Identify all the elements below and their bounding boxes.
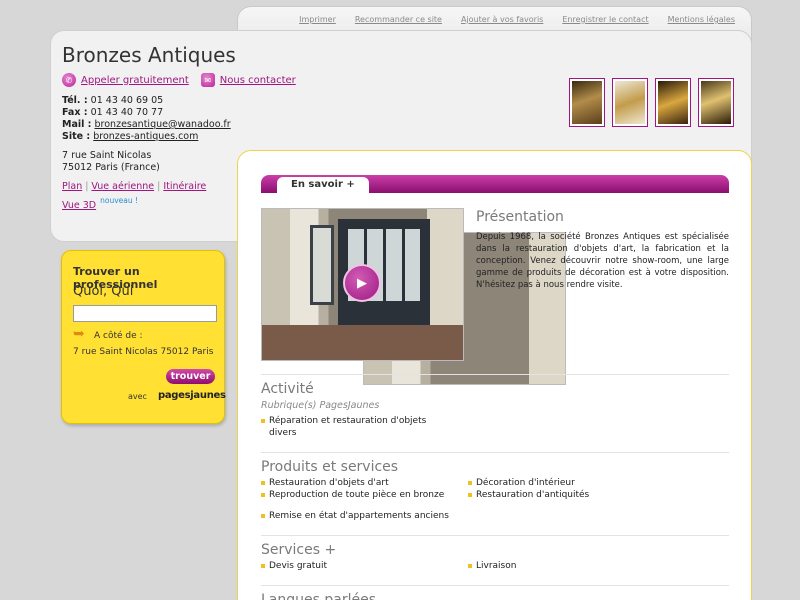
list-item: Restauration d'antiquités xyxy=(468,489,589,501)
call-free-link[interactable]: Appeler gratuitement xyxy=(81,75,189,86)
activity-section: Activité Rubrique(s) PagesJaunes Réparat… xyxy=(261,374,729,439)
what-label: Quoi, Qui xyxy=(73,284,134,299)
contact-us-link[interactable]: Nous contacter xyxy=(220,75,296,86)
languages-title: Langues parlées xyxy=(261,592,377,600)
favorites-link[interactable]: Ajouter à vos favoris xyxy=(461,15,543,24)
avec-label: avec xyxy=(128,392,147,401)
phone-number: 01 43 40 69 05 xyxy=(90,95,164,106)
fax-number: 01 43 40 70 77 xyxy=(90,107,164,118)
thumbnail-3[interactable] xyxy=(655,78,691,127)
search-widget: Trouver un professionnel Quoi, Qui ➥ A c… xyxy=(61,250,226,424)
languages-section: Langues parlées xyxy=(261,585,729,600)
tab-bar: En savoir + Vidéos xyxy=(261,175,729,385)
map-links: Plan | Vue aérienne | Itinéraire xyxy=(62,181,207,192)
itinerary-link[interactable]: Itinéraire xyxy=(163,181,206,192)
list-item: Réparation et restauration d'objets dive… xyxy=(261,415,431,439)
products-section: Produits et services Restauration d'obje… xyxy=(261,452,729,533)
email-link[interactable]: bronzesantique@wanadoo.fr xyxy=(95,119,231,130)
pagesjaunes-logo: pagesjaunes xyxy=(158,390,226,401)
thumbnail-4[interactable] xyxy=(698,78,734,127)
list-item: Livraison xyxy=(468,560,516,572)
legal-link[interactable]: Mentions légales xyxy=(668,15,735,24)
video-player[interactable]: ▶ xyxy=(261,208,464,361)
plan-link[interactable]: Plan xyxy=(62,181,82,192)
mail-icon: ✉ xyxy=(200,73,215,87)
main-content: En savoir + Vidéos ▶ Présentation Depuis… xyxy=(237,150,752,600)
vue-3d-link[interactable]: Vue 3D xyxy=(62,200,96,211)
print-link[interactable]: Imprimer xyxy=(299,15,336,24)
address: 7 rue Saint Nicolas 75012 Paris (France) xyxy=(62,150,160,173)
recommend-link[interactable]: Recommander ce site xyxy=(355,15,442,24)
thumbnail-1[interactable] xyxy=(569,78,605,127)
phone-icon: ✆ xyxy=(62,73,76,87)
services-section: Services + Devis gratuit Livraison xyxy=(261,535,729,576)
new-badge: nouveau ! xyxy=(100,196,138,205)
presentation-title: Présentation xyxy=(476,209,564,225)
find-button[interactable]: trouver xyxy=(166,369,215,384)
list-item: Décoration d'intérieur xyxy=(468,477,575,489)
list-item: Reproduction de toute pièce en bronze xyxy=(261,489,444,501)
list-item: Devis gratuit xyxy=(261,560,327,572)
services-title: Services + xyxy=(261,542,337,558)
near-label: A côté de : xyxy=(94,331,143,341)
activity-subtitle: Rubrique(s) PagesJaunes xyxy=(261,400,380,411)
website-link[interactable]: bronzes-antiques.com xyxy=(93,131,198,142)
contact-details: Tél. : 01 43 40 69 05 Fax : 01 43 40 70 … xyxy=(62,95,231,142)
list-item: Restauration d'objets d'art xyxy=(261,477,389,489)
near-address: 7 rue Saint Nicolas 75012 Paris xyxy=(73,347,214,357)
activity-title: Activité xyxy=(261,381,314,397)
presentation-text: Depuis 1968, la société Bronzes Antiques… xyxy=(476,232,729,290)
what-input[interactable] xyxy=(73,305,217,322)
products-title: Produits et services xyxy=(261,459,399,475)
save-contact-link[interactable]: Enregistrer le contact xyxy=(562,15,648,24)
thumbnail-2[interactable] xyxy=(612,78,648,127)
arrow-icon: ➥ xyxy=(73,326,85,342)
business-name: Bronzes Antiques xyxy=(62,43,236,67)
play-icon[interactable]: ▶ xyxy=(343,264,381,302)
list-item: Remise en état d'appartements anciens xyxy=(261,510,449,522)
aerial-view-link[interactable]: Vue aérienne xyxy=(91,181,154,192)
photo-thumbnails xyxy=(569,78,734,127)
tab-en-savoir-plus[interactable]: En savoir + xyxy=(277,177,369,193)
